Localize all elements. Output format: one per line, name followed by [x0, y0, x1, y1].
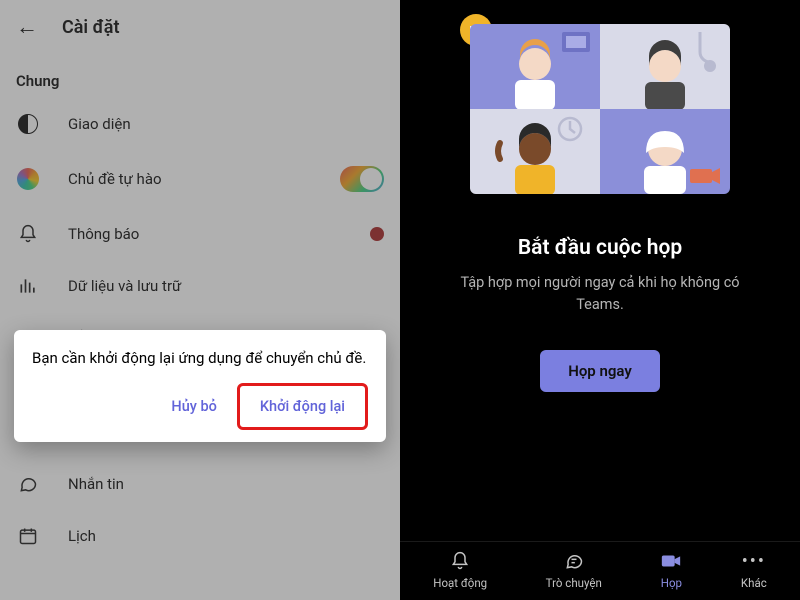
chat-icon [564, 550, 584, 572]
bell-icon [450, 550, 470, 572]
bottom-nav: Hoạt động Trò chuyện Họp ••• Khác [400, 541, 800, 600]
meeting-title: Bắt đầu cuộc họp [400, 236, 800, 260]
meet-now-button[interactable]: Họp ngay [540, 350, 660, 392]
nav-label: Hoạt động [433, 576, 487, 590]
modal-overlay [0, 0, 400, 600]
more-icon: ••• [742, 550, 766, 572]
restart-highlight: Khởi động lại [237, 383, 368, 430]
dialog-message: Bạn cần khởi động lại ứng dụng để chuyển… [32, 348, 368, 369]
video-icon [660, 550, 682, 572]
settings-panel: ← Cài đặt Chung Giao diện Chủ đề tự hào … [0, 0, 400, 600]
meeting-illustration [470, 24, 730, 194]
nav-label: Trò chuyện [546, 576, 602, 590]
nav-more[interactable]: ••• Khác [741, 550, 767, 590]
nav-label: Họp [661, 576, 682, 590]
nav-chat[interactable]: Trò chuyện [546, 550, 602, 590]
cancel-button[interactable]: Hủy bỏ [159, 383, 228, 430]
nav-activity[interactable]: Hoạt động [433, 550, 487, 590]
meeting-subtitle: Tập hợp mọi người ngay cả khi họ không c… [400, 272, 800, 316]
restart-button[interactable]: Khởi động lại [248, 390, 357, 423]
nav-label: Khác [741, 576, 767, 590]
nav-meet[interactable]: Họp [660, 550, 682, 590]
dialog-actions: Hủy bỏ Khởi động lại [32, 383, 368, 430]
meeting-panel: Bắt đầu cuộc họp Tập hợp mọi người ngay … [400, 0, 800, 600]
restart-dialog: Bạn cần khởi động lại ứng dụng để chuyển… [14, 330, 386, 442]
